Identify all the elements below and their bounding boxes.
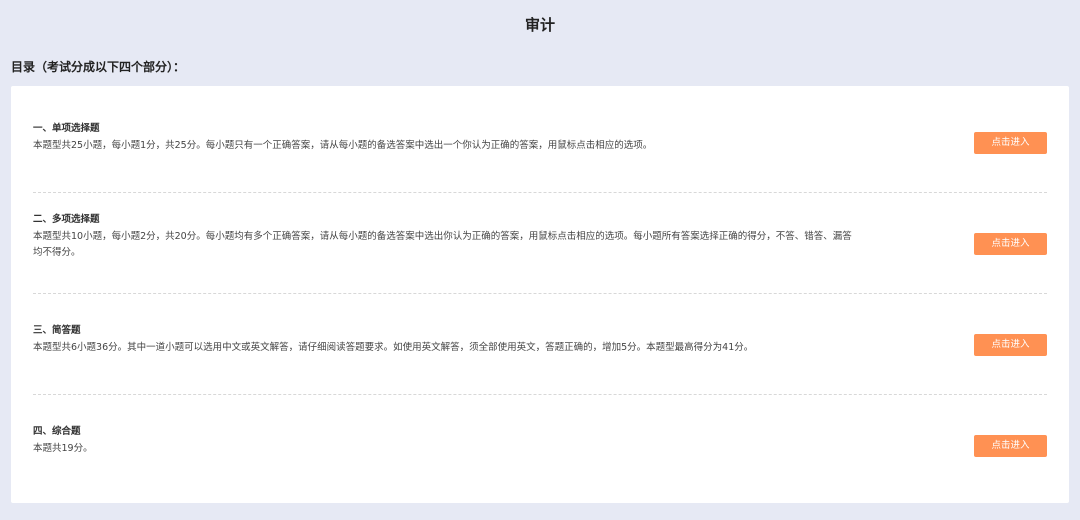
enter-single-choice-button[interactable]: 点击进入: [974, 132, 1047, 154]
section-description: 本题型共25小题，每小题1分，共25分。每小题只有一个正确答案，请从每小题的备选…: [33, 140, 653, 151]
section-multiple-choice: 二、多项选择题 本题型共10小题，每小题2分，共20分。每小题均有多个正确答案，…: [33, 187, 1047, 288]
section-title: 三、简答题: [33, 325, 81, 336]
sections-card: 一、单项选择题 本题型共25小题，每小题1分，共25分。每小题只有一个正确答案，…: [11, 86, 1069, 503]
enter-multiple-choice-button[interactable]: 点击进入: [974, 233, 1047, 255]
section-description: 本题型共6小题36分。其中一道小题可以选用中文或英文解答，请仔细阅读答题要求。如…: [33, 342, 754, 353]
enter-short-answer-button[interactable]: 点击进入: [974, 334, 1047, 356]
section-title: 二、多项选择题: [33, 214, 100, 225]
section-description: 本题共19分。: [33, 443, 93, 454]
section-single-choice: 一、单项选择题 本题型共25小题，每小题1分，共25分。每小题只有一个正确答案，…: [33, 86, 1047, 187]
section-title: 一、单项选择题: [33, 123, 100, 134]
toc-heading: 目录（考试分成以下四个部分）：: [11, 60, 186, 74]
section-title: 四、综合题: [33, 426, 81, 437]
section-description: 本题型共10小题，每小题2分，共20分。每小题均有多个正确答案，请从每小题的备选…: [33, 231, 852, 258]
enter-comprehensive-button[interactable]: 点击进入: [974, 435, 1047, 457]
section-comprehensive: 四、综合题 本题共19分。 点击进入: [33, 389, 1047, 490]
section-short-answer: 三、简答题 本题型共6小题36分。其中一道小题可以选用中文或英文解答，请仔细阅读…: [33, 288, 1047, 389]
page-title: 审计: [524, 16, 555, 34]
